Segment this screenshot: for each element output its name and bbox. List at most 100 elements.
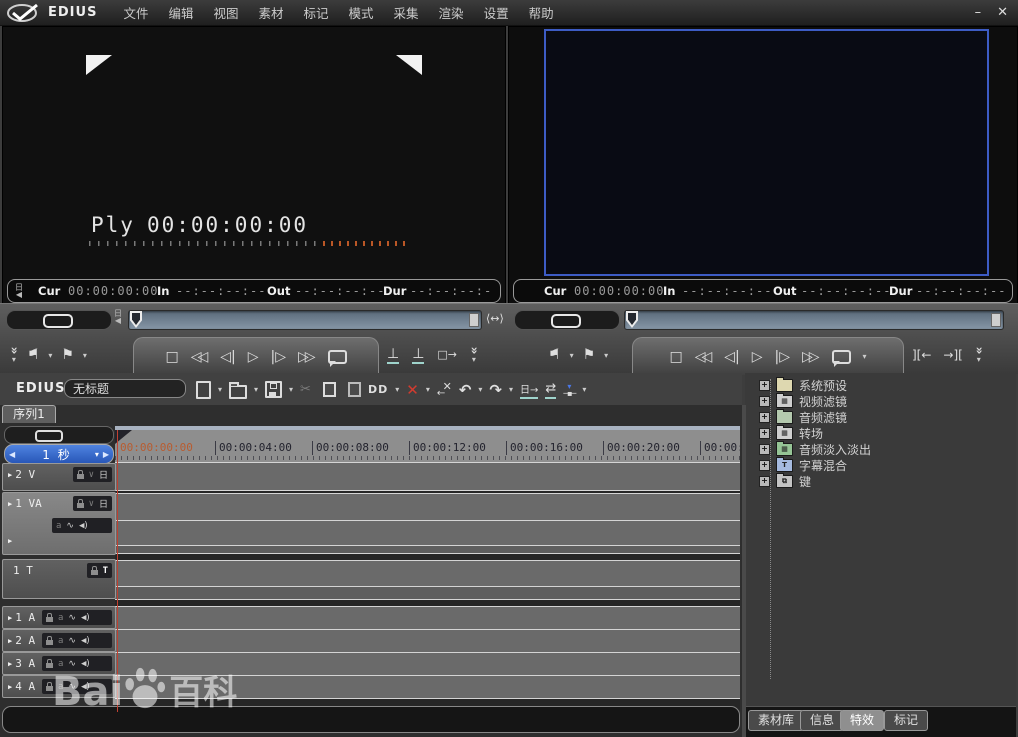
minimize-button[interactable]: – bbox=[975, 5, 982, 20]
add-cut-point-button[interactable]: ▾ ─▪─ bbox=[563, 383, 575, 397]
more-buttons-icon[interactable]: »▾ bbox=[470, 346, 478, 364]
insert-button[interactable]: ⊥ bbox=[412, 347, 424, 364]
delete-button[interactable]: ✕ bbox=[406, 381, 419, 399]
replace-button[interactable]: □→ bbox=[437, 348, 457, 362]
loop-play-icon[interactable] bbox=[832, 350, 851, 364]
tab-effects[interactable]: 特效 bbox=[840, 710, 884, 731]
audio-a-icon[interactable]: a bbox=[56, 521, 61, 531]
lane-1va-video[interactable] bbox=[115, 493, 740, 521]
step-forward-button[interactable]: |▷ bbox=[271, 350, 286, 364]
tree-item-system-presets[interactable]: + 系统预设 bbox=[759, 377, 847, 393]
stop-button[interactable]: □ bbox=[165, 350, 178, 364]
menu-render[interactable]: 渲染 bbox=[429, 3, 474, 22]
rewind-button[interactable]: ◁◁ bbox=[191, 350, 209, 364]
expand-icon[interactable]: ▶ bbox=[8, 500, 12, 508]
speaker-icon[interactable]: ◀) bbox=[81, 636, 90, 646]
expand-icon[interactable]: ▶ bbox=[8, 537, 12, 545]
tree-item-transitions[interactable]: + ▦ 转场 bbox=[759, 425, 823, 441]
timeline-lanes[interactable] bbox=[115, 462, 740, 710]
lane-1va-audio[interactable] bbox=[115, 520, 740, 546]
waveform-icon[interactable]: ∿ bbox=[68, 636, 76, 646]
expand-plus-icon[interactable]: + bbox=[759, 412, 770, 423]
tab-info[interactable]: 信息 bbox=[800, 710, 844, 731]
more-buttons-icon[interactable]: »▾ bbox=[10, 346, 18, 364]
copy-button[interactable] bbox=[318, 382, 336, 397]
paste-button[interactable] bbox=[343, 382, 361, 397]
overwrite-button[interactable]: ⊥ bbox=[387, 347, 399, 364]
more-buttons-icon[interactable]: »▾ bbox=[975, 346, 983, 364]
track-header-4a[interactable]: ▶ 4 A a ∿ ◀) bbox=[2, 675, 116, 698]
menu-edit[interactable]: 编辑 bbox=[158, 3, 203, 22]
speaker-icon[interactable]: ◀) bbox=[81, 682, 90, 692]
player-shuttle[interactable] bbox=[6, 310, 112, 330]
playhead-handle[interactable] bbox=[626, 311, 638, 328]
timeline-shuttle[interactable] bbox=[4, 426, 114, 444]
waveform-icon[interactable]: ∿ bbox=[68, 613, 76, 623]
lane-1t[interactable] bbox=[115, 560, 740, 587]
sequence-tab[interactable]: 序列1 bbox=[2, 405, 56, 423]
play-button[interactable]: ▷ bbox=[752, 350, 763, 364]
speaker-icon[interactable]: ◀) bbox=[81, 659, 90, 669]
title-icon[interactable]: T bbox=[103, 566, 108, 576]
add-to-bin-button[interactable]: 日→ bbox=[520, 381, 538, 399]
expand-icon[interactable]: ▶ bbox=[8, 614, 12, 622]
menu-file[interactable]: 文件 bbox=[113, 3, 158, 22]
stop-button[interactable]: □ bbox=[669, 350, 682, 364]
project-name-field[interactable] bbox=[64, 379, 186, 398]
recorder-shuttle[interactable] bbox=[514, 310, 620, 330]
close-button[interactable]: ✕ bbox=[997, 5, 1008, 20]
jump-to-in-button[interactable]: ][← bbox=[912, 348, 931, 362]
scale-right-arrow-icon[interactable]: ▶ bbox=[99, 450, 113, 459]
lane-3a[interactable] bbox=[115, 652, 740, 675]
tree-item-audio-fade[interactable]: + ▦ 音频淡入淡出 bbox=[759, 441, 871, 457]
audio-a-icon[interactable]: a bbox=[58, 682, 63, 692]
waveform-icon[interactable]: ∿ bbox=[68, 682, 76, 692]
ripple-delete-button[interactable]: ✕ ← bbox=[437, 382, 452, 397]
mark-in-button[interactable]: ⚑ bbox=[27, 348, 40, 362]
timeline-scrollbar[interactable] bbox=[2, 706, 740, 733]
timeline-ruler[interactable]: 00:00:00:00 00:00:04:00 00:00:08:00 00:0… bbox=[115, 426, 740, 466]
step-back-button[interactable]: ◁| bbox=[220, 350, 235, 364]
expand-plus-icon[interactable]: + bbox=[759, 396, 770, 407]
lane-1t-mixer[interactable] bbox=[115, 586, 740, 600]
undo-dropdown[interactable]: ▾ bbox=[478, 385, 482, 394]
speaker-icon[interactable]: ◀) bbox=[81, 613, 90, 623]
menu-mode[interactable]: 模式 bbox=[339, 3, 384, 22]
speaker-icon[interactable]: ◀) bbox=[79, 521, 88, 531]
dd-dropdown[interactable]: ▾ bbox=[395, 385, 399, 394]
tree-item-audio-filters[interactable]: + 音频滤镜 bbox=[759, 409, 847, 425]
menu-capture[interactable]: 采集 bbox=[384, 3, 429, 22]
redo-dropdown[interactable]: ▾ bbox=[509, 385, 513, 394]
lane-1va-mixer[interactable] bbox=[115, 545, 740, 554]
mark-in-dropdown[interactable]: ▾ bbox=[48, 351, 52, 360]
track-header-3a[interactable]: ▶ 3 A a ∿ ◀) bbox=[2, 652, 116, 675]
track-header-2a[interactable]: ▶ 2 A a ∿ ◀) bbox=[2, 629, 116, 652]
open-project-button[interactable] bbox=[229, 381, 247, 399]
audio-a-icon[interactable]: a bbox=[58, 613, 63, 623]
open-dropdown[interactable]: ▾ bbox=[254, 385, 258, 394]
track-header-1a[interactable]: ▶ 1 A a ∿ ◀) bbox=[2, 606, 116, 629]
expand-plus-icon[interactable]: + bbox=[759, 460, 770, 471]
mark-in-dropdown[interactable]: ▾ bbox=[570, 351, 574, 360]
mark-in-button[interactable]: ⚑ bbox=[548, 348, 561, 362]
tree-item-key[interactable]: + ⧉ 键 bbox=[759, 473, 811, 489]
delete-dropdown[interactable]: ▾ bbox=[426, 385, 430, 394]
scale-left-arrow-icon[interactable]: ◀ bbox=[5, 450, 19, 459]
track-header-2v[interactable]: ▶ 2 V ∨ 日 bbox=[2, 463, 116, 491]
lane-1a[interactable] bbox=[115, 606, 740, 629]
track-header-1t[interactable]: 1 T T bbox=[2, 559, 116, 599]
new-project-button[interactable] bbox=[196, 381, 211, 399]
save-dropdown[interactable]: ▾ bbox=[289, 385, 293, 394]
film-icon[interactable]: 日 bbox=[99, 468, 108, 481]
player-position-slider[interactable] bbox=[128, 310, 482, 330]
expand-icon[interactable]: ▶ bbox=[8, 683, 12, 691]
loop-play-icon[interactable] bbox=[328, 350, 347, 364]
recorder-position-slider[interactable] bbox=[624, 310, 1004, 330]
lane-2a[interactable] bbox=[115, 629, 740, 652]
step-forward-button[interactable]: |▷ bbox=[775, 350, 790, 364]
undo-button[interactable]: ↶ bbox=[459, 381, 472, 399]
new-dropdown[interactable]: ▾ bbox=[218, 385, 222, 394]
tab-markers[interactable]: 标记 bbox=[884, 710, 928, 731]
redo-button[interactable]: ↷ bbox=[489, 381, 502, 399]
timeline-scale-select[interactable]: ◀ 1 秒 ▾ ▶ bbox=[4, 444, 114, 464]
